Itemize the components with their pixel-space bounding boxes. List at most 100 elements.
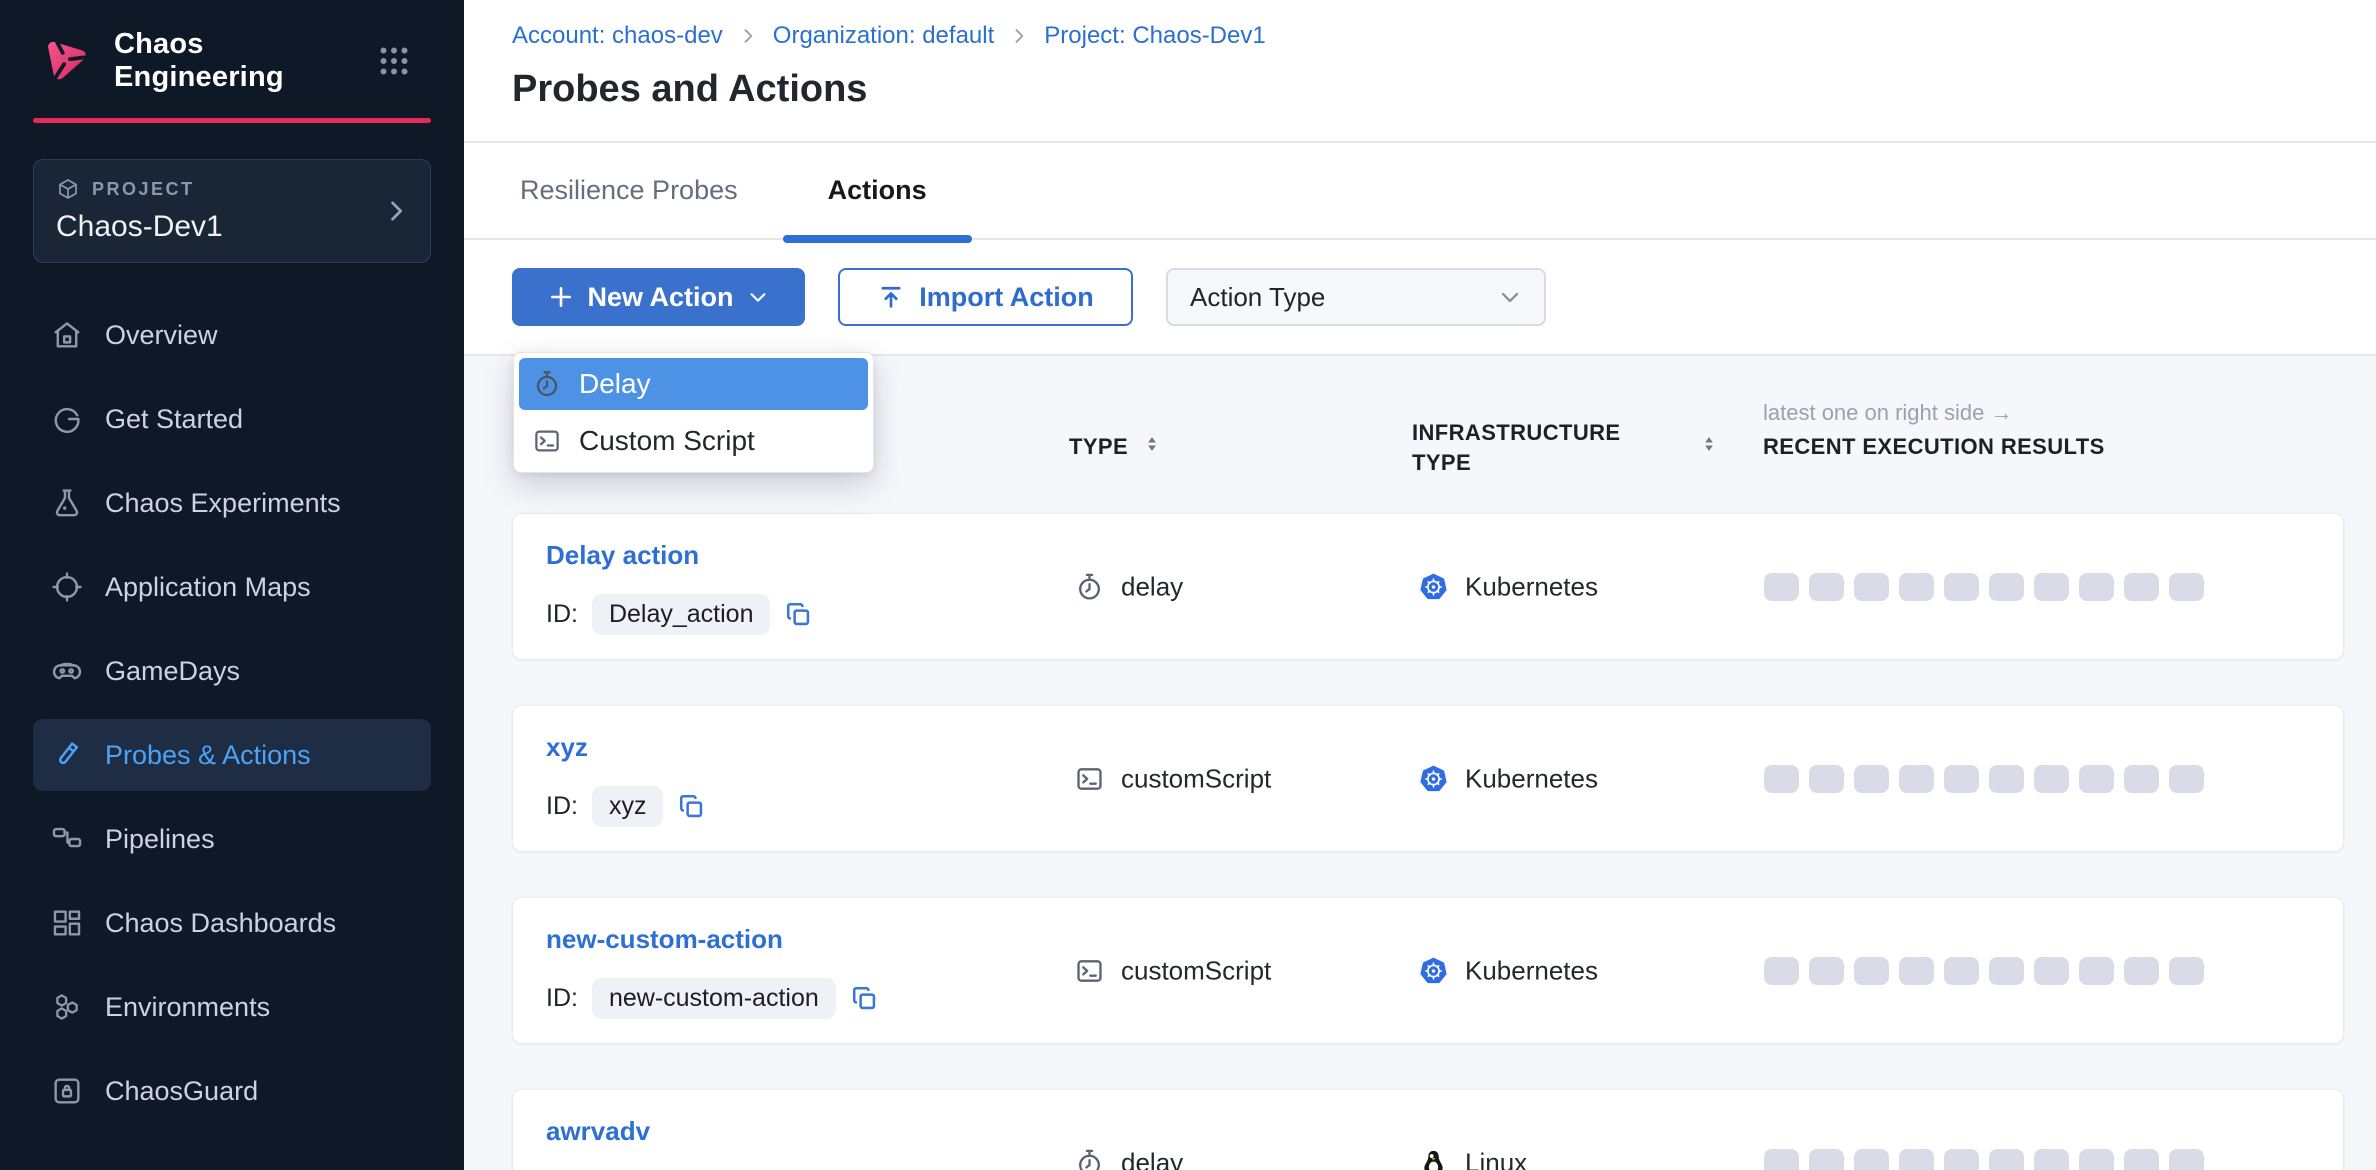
sidebar-item-gamedays[interactable]: GameDays [33,635,431,707]
breadcrumb-link-0[interactable]: Account: chaos-dev [512,22,723,50]
sidebar-header: Chaos Engineering [0,0,464,88]
menu-item-delay[interactable]: Delay [519,358,868,410]
breadcrumb-separator-icon [1009,26,1029,46]
page-header: Account: chaos-dev Organization: default P… [464,0,2376,143]
execution-result-placeholder [2124,957,2159,985]
sidebar-item-chaosguard[interactable]: ChaosGuard [33,1055,431,1127]
module-switcher-grid-icon[interactable] [376,43,412,79]
menu-item-label: Delay [579,368,651,400]
sidebar-item-pipelines[interactable]: Pipelines [33,803,431,875]
execution-result-placeholder [1899,957,1934,985]
execution-result-placeholder [1989,1149,2024,1170]
recent-execution-results [1764,1149,2204,1170]
execution-result-placeholder [2169,957,2204,985]
terminal-icon [1074,763,1105,794]
tab-actions[interactable]: Actions [783,143,972,238]
copy-icon[interactable] [677,792,706,821]
infrastructure-cell: Kubernetes [1418,571,1598,602]
chevron-right-icon [382,197,410,225]
new-action-label: New Action [587,282,733,313]
execution-result-placeholder [1809,1149,1844,1170]
action-name-link[interactable]: awrvadv [546,1116,650,1147]
infrastructure-cell: Kubernetes [1418,763,1598,794]
sidebar-item-environments[interactable]: Environments [33,971,431,1043]
execution-result-placeholder [1989,957,2024,985]
execution-result-placeholder [1809,573,1844,601]
copy-icon[interactable] [784,600,813,629]
recent-results-hint: latest one on right side → [1763,400,2012,426]
execution-result-placeholder [1944,1149,1979,1170]
pipelines-icon [50,822,84,856]
action-row-delay-action: Delay action ID: Delay_action delay Kube… [512,513,2344,660]
sidebar-item-label: Overview [105,320,218,351]
terminal-icon [1074,955,1105,986]
action-type-select[interactable]: Action Type [1166,268,1546,326]
column-header-type: TYPE [1069,434,1128,460]
execution-result-placeholder [1944,765,1979,793]
plus-icon [548,284,574,310]
type-cell: customScript [1074,955,1271,986]
column-header-recent-execution-results: RECENT EXECUTION RESULTS [1763,434,2105,460]
sidebar-item-label: Environments [105,992,270,1023]
action-name-link[interactable]: Delay action [546,540,699,571]
execution-result-placeholder [1899,573,1934,601]
sidebar-item-label: Chaos Dashboards [105,908,336,939]
project-cube-icon [56,177,80,201]
recent-execution-results [1764,765,2204,793]
import-icon [877,283,905,311]
target-icon [50,570,84,604]
copy-icon[interactable] [850,984,879,1013]
sidebar-item-probes-actions[interactable]: Probes & Actions [33,719,431,791]
execution-result-placeholder [2124,573,2159,601]
infrastructure-value: Kubernetes [1465,763,1598,794]
main-area: Account: chaos-dev Organization: default P… [464,0,2376,1170]
project-name: Chaos-Dev1 [56,210,408,244]
tab-resilience-probes[interactable]: Resilience Probes [520,143,783,238]
execution-result-placeholder [1764,957,1799,985]
sidebar-item-label: Probes & Actions [105,740,311,771]
breadcrumb-link-2[interactable]: Project: Chaos-Dev1 [1044,22,1265,50]
action-name-link[interactable]: xyz [546,732,588,763]
actions-table-area: TYPE INFRASTRUCTURE TYPE latest one on r… [464,356,2376,1170]
new-action-button[interactable]: New Action [512,268,805,326]
sort-icon[interactable] [1141,433,1163,455]
execution-result-placeholder [1989,573,2024,601]
execution-result-placeholder [2124,1149,2159,1170]
type-cell: customScript [1074,763,1271,794]
sidebar-item-overview[interactable]: Overview [33,299,431,371]
breadcrumb-separator-icon [738,26,758,46]
environments-icon [50,990,84,1024]
gamepad-icon [50,654,84,688]
action-name-link[interactable]: new-custom-action [546,924,783,955]
execution-result-placeholder [1944,957,1979,985]
infrastructure-value: Linux [1465,1147,1527,1170]
execution-result-placeholder [2169,1149,2204,1170]
execution-result-placeholder [1764,765,1799,793]
id-label: ID: [546,984,578,1013]
sidebar-item-label: GameDays [105,656,240,687]
execution-result-placeholder [2079,957,2114,985]
breadcrumb-link-1[interactable]: Organization: default [773,22,994,50]
execution-result-placeholder [1854,765,1889,793]
execution-result-placeholder [1989,765,2024,793]
project-selector[interactable]: PROJECT Chaos-Dev1 [33,159,431,263]
import-action-button[interactable]: Import Action [838,268,1133,326]
page-title: Probes and Actions [512,68,867,111]
sidebar-item-chaos-experiments[interactable]: Chaos Experiments [33,467,431,539]
recent-execution-results [1764,957,2204,985]
chevron-down-icon [747,286,769,308]
menu-item-custom-script[interactable]: Custom Script [519,415,868,467]
action-id-value: xyz [592,786,664,827]
terminal-icon [532,426,562,456]
sidebar-nav: Overview Get Started Chaos Experiments Appl… [0,299,464,1127]
sidebar-item-get-started[interactable]: Get Started [33,383,431,455]
sidebar-item-application-maps[interactable]: Application Maps [33,551,431,623]
column-header-infrastructure-type: INFRASTRUCTURE TYPE [1412,418,1642,478]
sidebar-item-chaos-dashboards[interactable]: Chaos Dashboards [33,887,431,959]
actions-toolbar: New Action Import Action Action Type [464,240,2376,356]
execution-result-placeholder [1854,1149,1889,1170]
app-title: Chaos Engineering [114,28,376,94]
action-id-row: ID: new-custom-action [546,978,879,1019]
type-value: customScript [1121,955,1271,986]
sort-icon[interactable] [1698,433,1720,455]
